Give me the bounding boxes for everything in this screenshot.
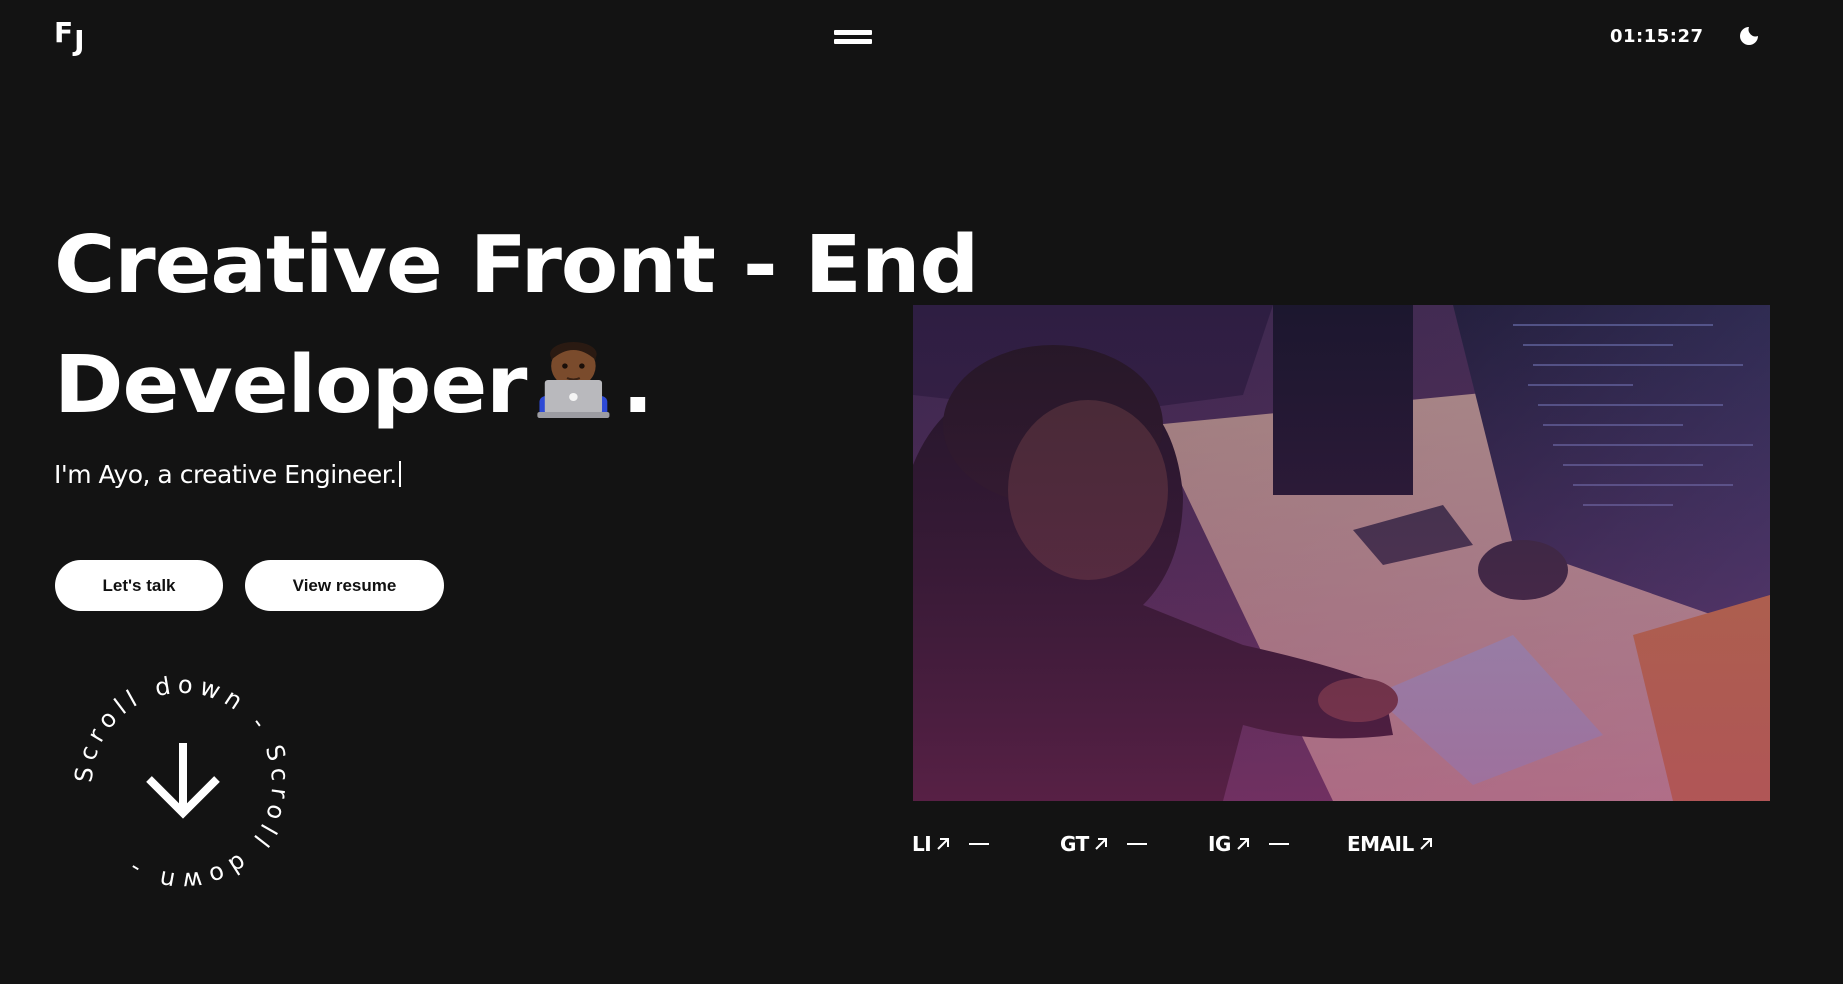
instagram-link[interactable]: IG — [1208, 832, 1251, 856]
social-item-github: GT — [1060, 832, 1208, 856]
separator-dash — [1126, 843, 1147, 845]
hero-title-line2: Developer — [54, 339, 527, 431]
menu-button[interactable] — [834, 28, 874, 48]
linkedin-link[interactable]: LI — [912, 832, 951, 856]
separator-dash — [969, 843, 990, 845]
site-logo[interactable]: FJ — [54, 16, 86, 55]
social-item-instagram: IG — [1208, 832, 1347, 856]
email-link[interactable]: EMAIL — [1347, 832, 1434, 856]
arrow-up-right-icon — [1237, 838, 1249, 850]
arrow-up-right-icon — [1095, 838, 1107, 850]
linkedin-label: LI — [912, 832, 932, 856]
view-resume-button[interactable]: View resume — [245, 560, 444, 611]
email-label: EMAIL — [1347, 832, 1414, 856]
hero-subtitle-text: I'm Ayo, a creative Engineer. — [54, 460, 397, 489]
social-item-linkedin: LI — [912, 832, 1060, 856]
logo-letter-f: F — [54, 16, 75, 49]
theme-toggle-button[interactable] — [1738, 25, 1760, 47]
instagram-label: IG — [1208, 832, 1231, 856]
separator-dash — [1268, 843, 1289, 845]
hero-title: Creative Front - End Developer . — [54, 205, 979, 451]
social-links: LI GT IG EMAIL — [912, 832, 1434, 856]
lets-talk-button[interactable]: Let's talk — [55, 560, 223, 611]
github-label: GT — [1060, 832, 1089, 856]
arrow-up-right-icon — [1420, 838, 1432, 850]
arrow-up-right-icon — [937, 838, 950, 850]
logo-letter-j: J — [74, 24, 86, 57]
social-item-email: EMAIL — [1347, 832, 1434, 856]
arrow-down-icon — [146, 743, 220, 819]
technologist-emoji-icon — [535, 331, 611, 451]
moon-icon — [1740, 27, 1758, 45]
typing-caret — [398, 461, 401, 487]
hero-subtitle: I'm Ayo, a creative Engineer. — [54, 460, 401, 489]
clock-display: 01:15:27 — [1610, 26, 1704, 47]
hamburger-icon-bar-top — [834, 30, 872, 35]
github-link[interactable]: GT — [1060, 832, 1109, 856]
hero-title-period: . — [621, 339, 654, 431]
scroll-down-indicator[interactable]: Scroll down - Scroll down - — [70, 671, 292, 896]
hero-title-line1: Creative Front - End — [54, 219, 979, 311]
developer-photo — [913, 305, 1770, 801]
hamburger-icon-bar-bottom — [834, 39, 872, 44]
